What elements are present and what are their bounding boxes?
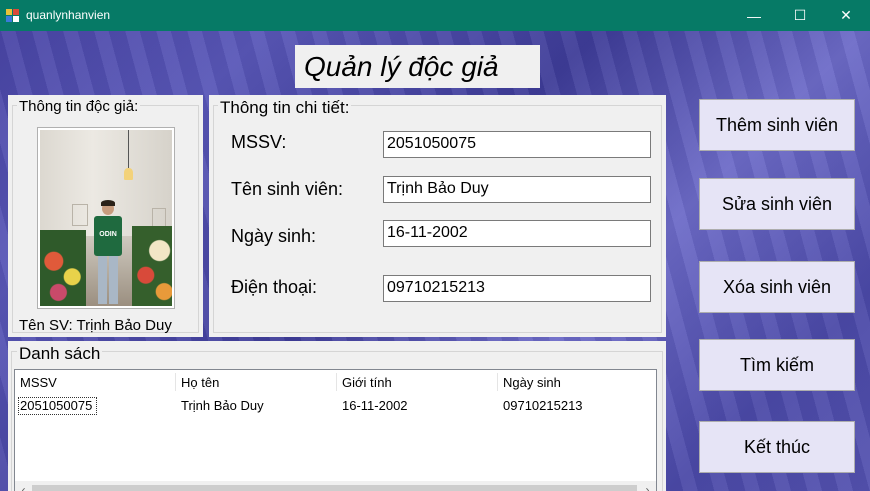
column-header-mssv[interactable]: MSSV [20,375,57,390]
column-header-gender[interactable]: Giới tính [342,375,392,390]
search-button[interactable]: Tìm kiếm [699,339,855,391]
reader-info-title: Thông tin độc giả: [17,98,141,115]
window-title: quanlynhanvien [26,8,111,22]
column-header-name[interactable]: Họ tên [181,375,219,390]
page-title: Quản lý độc giả [295,45,540,88]
list-title: Danh sách [17,344,103,364]
delete-student-button[interactable]: Xóa sinh viên [699,261,855,313]
title-bar[interactable]: quanlynhanvien — ☐ ✕ [0,0,870,31]
cell-dob: 09710215213 [503,398,583,413]
listview-header: MSSV Họ tên Giới tính Ngày sinh [15,370,656,394]
edit-student-button[interactable]: Sửa sinh viên [699,178,855,230]
cell-mssv: 2051050075 [20,398,93,413]
horizontal-scrollbar[interactable]: ‹ › [15,481,656,491]
form-client-area: Quản lý độc giả Thông tin độc giả: Tên S… [0,31,870,491]
scroll-right-icon[interactable]: › [639,481,656,491]
cell-gender: 16-11-2002 [342,398,408,413]
column-separator[interactable] [497,373,498,391]
table-row[interactable]: 2051050075 Trịnh Bảo Duy 16-11-2002 0971… [15,397,656,415]
student-name-caption: Tên SV: Trịnh Bảo Duy [19,317,172,334]
app-icon [6,9,19,22]
details-title: Thông tin chi tiết: [218,98,352,118]
column-separator[interactable] [336,373,337,391]
exit-button[interactable]: Kết thúc [699,421,855,473]
minimize-button[interactable]: — [731,0,777,31]
scroll-left-icon[interactable]: ‹ [15,481,32,491]
shirt-print: ODIN [99,231,117,238]
photo-image: ODIN [40,130,172,306]
student-photo: ODIN [37,127,175,309]
student-listview[interactable]: MSSV Họ tên Giới tính Ngày sinh 20510500… [14,369,657,491]
dob-label: Ngày sinh: [231,226,317,246]
dob-field[interactable]: 16-11-2002 [383,220,651,247]
close-button[interactable]: ✕ [823,0,869,31]
student-name-field[interactable]: Trịnh Bảo Duy [383,176,651,203]
column-separator[interactable] [175,373,176,391]
maximize-button[interactable]: ☐ [777,0,823,31]
cell-name: Trịnh Bảo Duy [181,398,264,413]
add-student-button[interactable]: Thêm sinh viên [699,99,855,151]
student-name-label: Tên sinh viên: [231,179,344,199]
column-header-dob[interactable]: Ngày sinh [503,375,561,390]
mssv-field[interactable]: 2051050075 [383,131,651,158]
scroll-thumb[interactable] [32,485,637,491]
mssv-label: MSSV: [231,132,287,152]
phone-label: Điện thoại: [231,277,318,297]
phone-field[interactable]: 09710215213 [383,275,651,302]
